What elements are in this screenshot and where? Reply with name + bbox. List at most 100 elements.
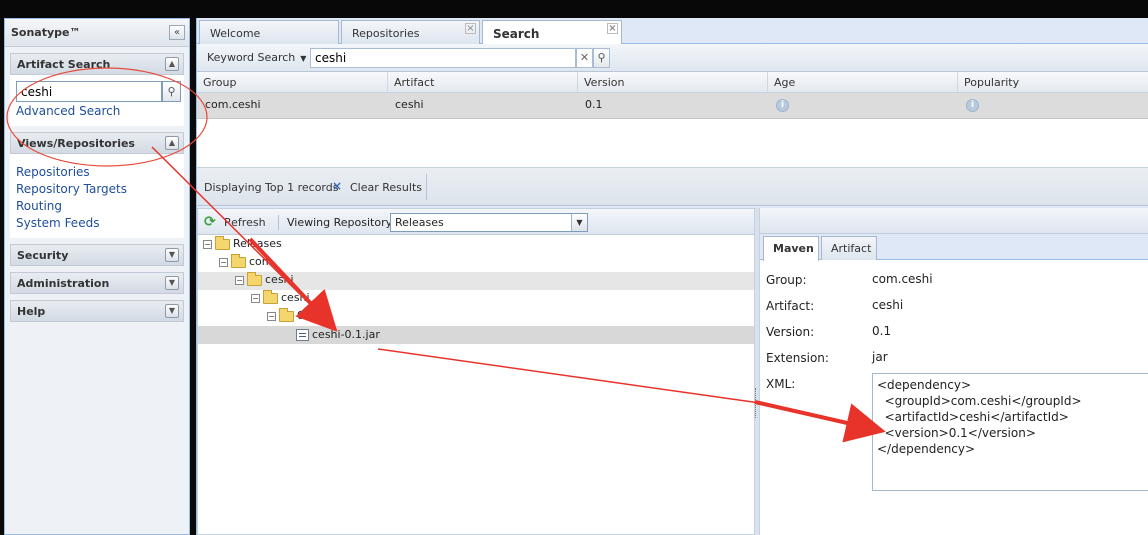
keyword-search-input[interactable] (310, 48, 576, 68)
extension-label: Extension: (766, 351, 829, 365)
help-header[interactable]: Help ▼ (10, 300, 184, 322)
views-title: Views/Repositories (17, 137, 135, 150)
tab-repositories[interactable]: Repositories × (341, 20, 480, 44)
security-header[interactable]: Security ▼ (10, 244, 184, 266)
search-icon[interactable]: ⚲ (162, 81, 181, 102)
grid-header: Group Artifact Version Age Popularity (197, 72, 1148, 93)
detail-top-bar (760, 208, 1148, 234)
quick-search-input[interactable] (16, 81, 162, 102)
tab-label: Search (493, 27, 540, 41)
splitter-grip[interactable] (755, 388, 758, 418)
search-icon[interactable]: ⚲ (593, 48, 610, 68)
administration-header[interactable]: Administration ▼ (10, 272, 184, 294)
chevron-down-icon: ▼ (300, 54, 307, 63)
tree-node-releases[interactable]: − Releases (203, 235, 282, 255)
search-mode-label: Keyword Search (207, 51, 296, 64)
tree-node-ceshi-artifact[interactable]: − ceshi (251, 289, 310, 309)
folder-icon (247, 271, 262, 286)
col-age[interactable]: Age (768, 72, 958, 93)
xml-line: <dependency> (877, 378, 972, 392)
file-icon (296, 329, 309, 341)
xml-dependency-box[interactable]: <dependency> <groupId>com.ceshi</groupId… (872, 373, 1148, 491)
collapse-minus-icon[interactable]: − (267, 311, 276, 321)
link-system-feeds[interactable]: System Feeds (16, 215, 178, 232)
repository-tree-panel: ⟳ Refresh Viewing Repository: Releases ▼… (197, 208, 755, 535)
tab-search[interactable]: Search × (482, 20, 622, 45)
collapse-minus-icon[interactable]: − (219, 257, 228, 267)
tree-node-version[interactable]: − 0.1 (267, 307, 315, 327)
results-grid: Group Artifact Version Age Popularity co… (197, 72, 1148, 168)
help-section: Help ▼ (10, 300, 184, 322)
xml-line: </dependency> (877, 442, 976, 456)
col-popularity[interactable]: Popularity (958, 72, 1148, 93)
tab-welcome[interactable]: Welcome (199, 20, 339, 44)
close-icon[interactable]: × (465, 23, 476, 34)
chevron-down-icon[interactable]: ▼ (571, 214, 587, 231)
security-section: Security ▼ (10, 244, 184, 266)
cell-version: 0.1 (585, 98, 603, 111)
left-panel-header: Sonatype™ « (5, 19, 189, 47)
tree-node-label: com (249, 255, 273, 268)
tree-node-jar[interactable]: ceshi-0.1.jar (296, 328, 380, 346)
version-label: Version: (766, 325, 815, 339)
artifact-detail-panel: Maven Artifact Group: com.ceshi Artifact… (759, 208, 1148, 535)
displaying-count: Displaying Top 1 records (204, 181, 339, 194)
table-row[interactable]: com.ceshi ceshi 0.1 i i (197, 93, 1148, 119)
views-section: Views/Repositories ▲ Repositories Reposi… (10, 132, 184, 238)
group-value: com.ceshi (872, 272, 933, 286)
artifact-search-title: Artifact Search (17, 58, 111, 71)
tab-maven[interactable]: Maven (763, 236, 819, 261)
tree-node-ceshi[interactable]: − ceshi (235, 271, 294, 291)
refresh-icon[interactable]: ⟳ (204, 215, 220, 229)
clear-results-icon[interactable]: × (332, 179, 342, 193)
collapse-minus-icon[interactable]: − (235, 275, 244, 285)
clear-icon[interactable]: ✕ (576, 48, 593, 68)
close-icon[interactable]: × (607, 23, 618, 34)
cell-group: com.ceshi (205, 98, 261, 111)
collapse-left-icon[interactable]: « (169, 25, 185, 40)
artifact-search-header[interactable]: Artifact Search ▲ (10, 53, 184, 75)
artifact-search-section: Artifact Search ▲ ⚲ Advanced Search (10, 53, 184, 126)
expand-down-icon[interactable]: ▼ (165, 248, 179, 262)
folder-icon (215, 235, 230, 250)
artifact-search-body: ⚲ Advanced Search (10, 75, 184, 126)
collapse-minus-icon[interactable]: − (251, 293, 260, 303)
col-artifact[interactable]: Artifact (388, 72, 578, 93)
expand-down-icon[interactable]: ▼ (165, 304, 179, 318)
tree-node-label: 0.1 (297, 309, 315, 322)
collapse-minus-icon[interactable]: − (203, 239, 212, 249)
artifact-value: ceshi (872, 298, 904, 312)
collapse-up-icon[interactable]: ▲ (165, 136, 179, 150)
collapse-up-icon[interactable]: ▲ (165, 57, 179, 71)
col-group[interactable]: Group (197, 72, 388, 93)
views-body: Repositories Repository Targets Routing … (10, 154, 184, 238)
xml-line: <version>0.1</version> (877, 426, 1036, 440)
search-mode-dropdown[interactable]: Keyword Search ▼ (207, 51, 306, 64)
administration-section: Administration ▼ (10, 272, 184, 294)
tree-row-selected (198, 326, 754, 344)
tree-node-com[interactable]: − com (219, 253, 273, 273)
divider (426, 174, 427, 200)
top-strip (0, 0, 1148, 18)
col-version[interactable]: Version (578, 72, 768, 93)
tree-node-label: ceshi-0.1.jar (312, 328, 380, 341)
xml-label: XML: (766, 377, 796, 391)
detail-tab-bar: Maven Artifact (760, 234, 1148, 261)
link-routing[interactable]: Routing (16, 198, 178, 215)
refresh-button[interactable]: Refresh (224, 216, 266, 229)
views-header[interactable]: Views/Repositories ▲ (10, 132, 184, 154)
tab-artifact[interactable]: Artifact (821, 236, 877, 260)
advanced-search-link[interactable]: Advanced Search (16, 103, 178, 120)
info-icon: i (966, 99, 979, 112)
link-repositories[interactable]: Repositories (16, 164, 178, 181)
link-repository-targets[interactable]: Repository Targets (16, 181, 178, 198)
tree-toolbar: ⟳ Refresh Viewing Repository: Releases ▼ (198, 209, 754, 235)
repository-select[interactable]: Releases ▼ (390, 213, 588, 232)
tree-node-label: ceshi (281, 291, 310, 304)
group-label: Group: (766, 273, 807, 287)
expand-down-icon[interactable]: ▼ (165, 276, 179, 290)
tab-bar: Welcome Repositories × Search × (197, 18, 1148, 45)
clear-results-button[interactable]: Clear Results (350, 181, 422, 194)
divider (278, 215, 279, 230)
left-panel: Sonatype™ « Artifact Search ▲ ⚲ Advanced… (4, 18, 190, 535)
